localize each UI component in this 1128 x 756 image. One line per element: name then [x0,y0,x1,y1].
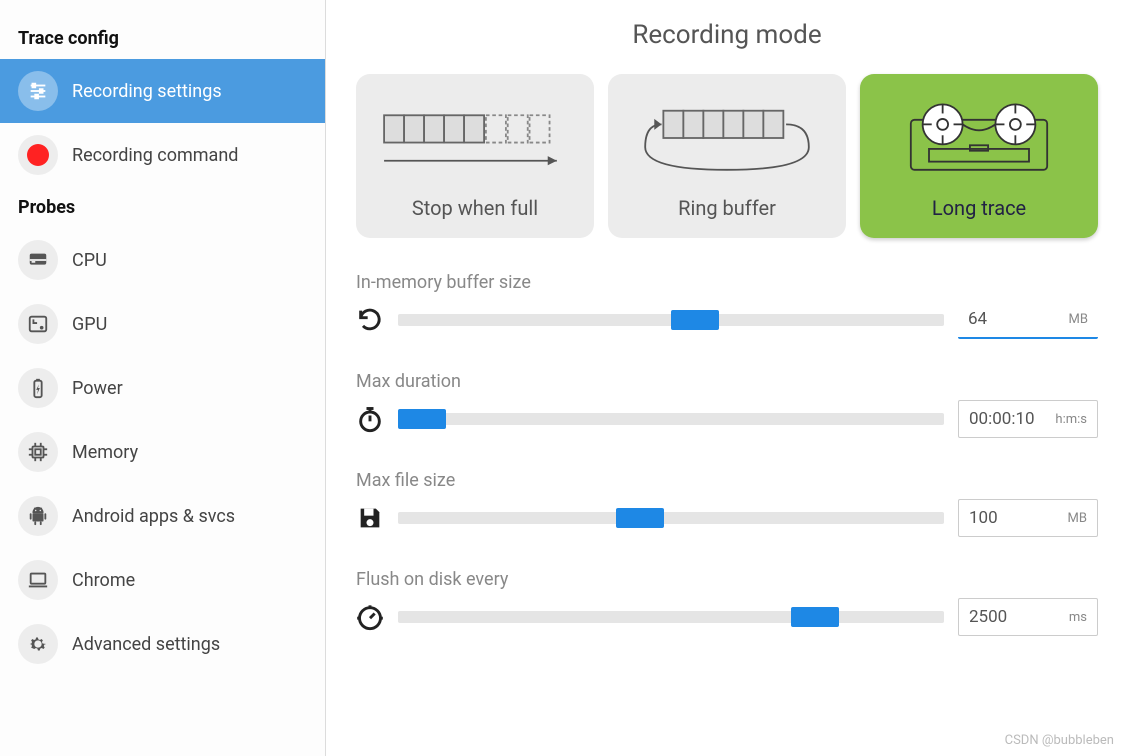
sidebar-item-advanced[interactable]: Advanced settings [0,612,325,676]
refresh-icon [356,306,384,334]
gear-icon [18,624,58,664]
main-panel: Recording mode Stop when full [326,0,1128,756]
slider-track[interactable] [398,611,944,623]
value-input[interactable]: 2500 ms [958,598,1098,636]
sidebar-item-label: Recording settings [72,81,222,102]
sidebar-item-gpu[interactable]: GPU [0,292,325,356]
sidebar: Trace config Recording settings Recordin… [0,0,326,756]
slider-thumb[interactable] [616,508,664,528]
sidebar-item-recording-settings[interactable]: Recording settings [0,59,325,123]
slider-max-duration: Max duration 00:00:10 h:m:s [356,371,1098,438]
slider-in-memory-buffer: In-memory buffer size 64 MB [356,272,1098,339]
save-icon [356,504,384,532]
sidebar-item-memory[interactable]: Memory [0,420,325,484]
slider-track[interactable] [398,512,944,524]
sidebar-item-android[interactable]: Android apps & svcs [0,484,325,548]
value-text: 00:00:10 [969,409,1035,429]
sidebar-item-chrome[interactable]: Chrome [0,548,325,612]
long-trace-illustration [870,88,1088,188]
slider-thumb[interactable] [791,607,839,627]
value-text: 2500 [969,607,1007,627]
sidebar-item-cpu[interactable]: CPU [0,228,325,292]
sidebar-item-label: Android apps & svcs [72,506,235,527]
sidebar-item-power[interactable]: Power [0,356,325,420]
slider-label: Flush on disk every [356,569,1098,590]
mode-card-label: Stop when full [412,196,538,220]
slider-max-file-size: Max file size 100 MB [356,470,1098,537]
slider-track[interactable] [398,413,944,425]
slider-label: Max file size [356,470,1098,491]
mode-card-long-trace[interactable]: Long trace [860,74,1098,238]
value-unit: MB [1069,312,1088,327]
slider-track[interactable] [398,314,944,326]
sidebar-item-label: CPU [72,250,107,271]
android-icon [18,496,58,536]
mode-card-stop-when-full[interactable]: Stop when full [356,74,594,238]
slider-thumb[interactable] [398,409,446,429]
value-unit: h:m:s [1055,412,1087,427]
timer-icon [356,603,384,631]
sidebar-section-probes: Probes [0,187,325,228]
sidebar-item-label: Memory [72,442,138,463]
value-unit: ms [1069,610,1087,625]
ring-buffer-illustration [618,88,836,188]
memory-icon [18,432,58,472]
slider-thumb[interactable] [671,310,719,330]
stop-when-full-illustration [366,88,584,188]
gpu-icon [18,304,58,344]
recording-mode-row: Stop when full Ring buffer [356,74,1098,238]
sidebar-item-label: Advanced settings [72,634,220,655]
sidebar-item-label: Power [72,378,123,399]
value-text: 64 [968,309,987,329]
page-title: Recording mode [356,20,1098,50]
mode-card-label: Long trace [932,196,1026,220]
slider-flush-on-disk: Flush on disk every 2500 ms [356,569,1098,636]
mode-card-label: Ring buffer [678,196,776,220]
value-input[interactable]: 64 MB [958,301,1098,339]
sidebar-item-label: GPU [72,314,107,335]
sliders-icon [18,71,58,111]
laptop-icon [18,560,58,600]
value-input[interactable]: 100 MB [958,499,1098,537]
watermark: CSDN @bubbleben [1005,733,1114,748]
battery-icon [18,368,58,408]
sidebar-section-trace-config: Trace config [0,18,325,59]
mode-card-ring-buffer[interactable]: Ring buffer [608,74,846,238]
slider-label: Max duration [356,371,1098,392]
record-icon [18,135,58,175]
sidebar-item-recording-command[interactable]: Recording command [0,123,325,187]
sidebar-item-label: Recording command [72,145,238,166]
slider-label: In-memory buffer size [356,272,1098,293]
value-unit: MB [1068,511,1087,526]
sidebar-item-label: Chrome [72,570,135,591]
cpu-icon [18,240,58,280]
value-input[interactable]: 00:00:10 h:m:s [958,400,1098,438]
value-text: 100 [969,508,998,528]
stopwatch-icon [356,405,384,433]
